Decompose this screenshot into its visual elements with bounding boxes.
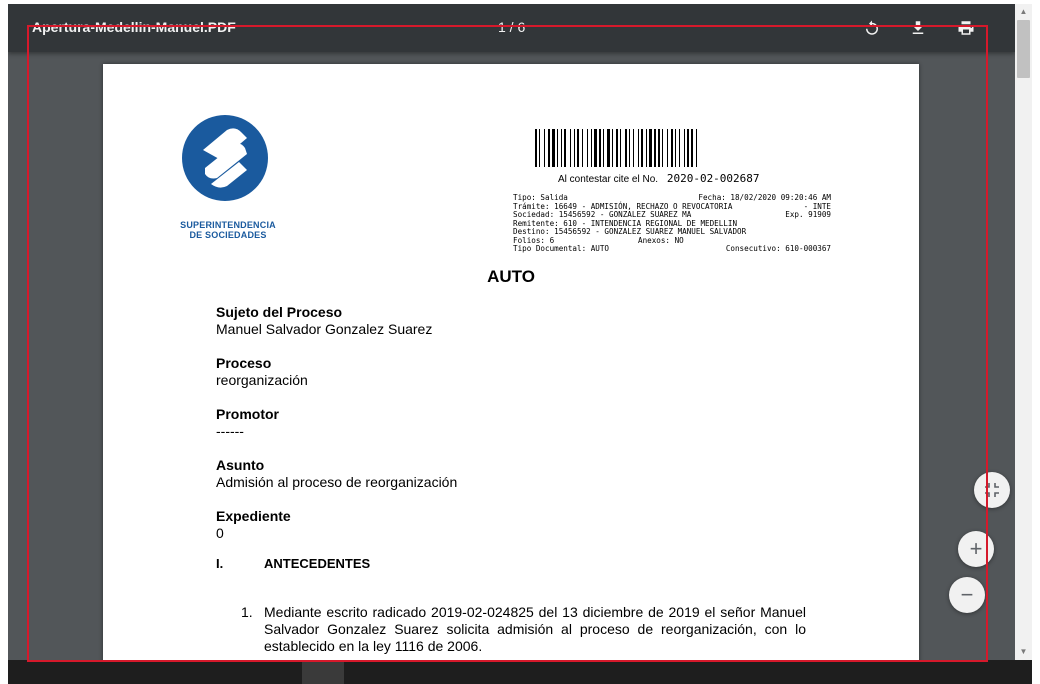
barcode-bar <box>574 129 575 167</box>
barcode-bar <box>607 129 610 167</box>
barcode <box>535 129 810 167</box>
pdf-viewer: Apertura-Medellin-Manuel.PDF 1 / 6 SUPER… <box>8 4 1015 660</box>
barcode-bar <box>638 129 639 167</box>
document-title: Apertura-Medellin-Manuel.PDF <box>32 19 236 35</box>
barcode-bar <box>612 129 613 167</box>
barcode-bar <box>591 129 592 167</box>
barcode-bar <box>561 129 562 167</box>
field-promotor: Promotor ------ <box>216 406 457 440</box>
barcode-bar <box>570 129 571 167</box>
scroll-up-arrow-icon[interactable]: ▲ <box>1015 4 1032 18</box>
barcode-bar <box>603 129 604 167</box>
barcode-bar <box>599 129 601 167</box>
download-button[interactable] <box>906 16 930 40</box>
barcode-bar <box>641 129 643 167</box>
barcode-bar <box>548 129 550 167</box>
taskbar-app[interactable] <box>302 660 344 684</box>
page-counter[interactable]: 1 / 6 <box>498 19 525 35</box>
metadata-left: Tipo Documental: AUTO <box>513 244 610 253</box>
barcode-bar <box>671 129 673 167</box>
field-label: Sujeto del Proceso <box>216 304 343 320</box>
pdf-toolbar: Apertura-Medellin-Manuel.PDF 1 / 6 <box>8 4 1015 52</box>
paragraph-number: 1. <box>241 604 253 620</box>
field-value: ------ <box>216 423 244 439</box>
cite-line: Al contestar cite el No. 2020-02-002687 <box>558 172 760 185</box>
barcode-bar <box>658 129 660 167</box>
field-label: Proceso <box>216 355 272 371</box>
barcode-bar <box>587 129 588 167</box>
filing-metadata: Tipo: Salida Fecha: 18/02/2020 09:20:46 A… <box>513 193 831 254</box>
barcode-bar <box>691 129 693 167</box>
barcode-bar <box>535 129 537 167</box>
field-proceso: Proceso reorganización <box>216 355 457 389</box>
zoom-out-button[interactable]: − <box>949 577 985 613</box>
barcode-bar <box>564 129 566 167</box>
scrollbar-thumb[interactable] <box>1017 20 1030 78</box>
barcode-bar <box>625 129 627 167</box>
vertical-scrollbar[interactable]: ▲ ▼ <box>1015 4 1032 660</box>
section-number: I. <box>216 556 224 571</box>
barcode-bar <box>577 129 579 167</box>
print-icon <box>958 21 974 35</box>
document-heading: AUTO <box>487 267 535 286</box>
field-value: Admisión al proceso de reorganización <box>216 474 458 490</box>
field-asunto: Asunto Admisión al proceso de reorganizac… <box>216 457 457 491</box>
rotate-button[interactable] <box>860 16 884 40</box>
download-icon <box>912 21 924 34</box>
taskbar <box>8 660 1032 684</box>
cite-number: 2020-02-002687 <box>666 172 760 185</box>
barcode-bar <box>557 129 558 167</box>
barcode-bar <box>646 129 647 167</box>
fit-to-page-button[interactable] <box>974 472 1010 508</box>
barcode-bar <box>662 129 663 167</box>
barcode-bar <box>616 129 618 167</box>
logo-text-line2: DE SOCIEDADES <box>189 230 267 240</box>
barcode-bar <box>620 129 621 167</box>
zoom-in-button[interactable]: + <box>958 531 994 567</box>
barcode-bar <box>539 129 540 167</box>
paragraph-1: 1. Mediante escrito radicado 2019-02-024… <box>241 604 806 655</box>
field-label: Promotor <box>216 406 279 422</box>
barcode-bar <box>684 129 685 167</box>
rotate-icon <box>866 20 878 35</box>
supersociedades-logo: SUPERINTENDENCIA DE SOCIEDADES <box>173 114 283 240</box>
barcode-bar <box>649 129 652 167</box>
barcode-bar <box>544 129 545 167</box>
print-button[interactable] <box>954 16 978 40</box>
barcode-bar <box>552 129 555 167</box>
barcode-bar <box>679 129 680 167</box>
barcode-bar <box>687 129 689 167</box>
case-fields: Sujeto del Proceso Manuel Salvador Gonzal… <box>216 304 457 559</box>
field-value: 0 <box>216 525 224 541</box>
section-heading: I. ANTECEDENTES <box>216 556 370 571</box>
field-sujeto: Sujeto del Proceso Manuel Salvador Gonzal… <box>216 304 457 338</box>
barcode-bar <box>582 129 583 167</box>
logo-emblem-icon <box>182 115 268 201</box>
scroll-down-arrow-icon[interactable]: ▼ <box>1015 644 1032 658</box>
barcode-bar <box>675 129 676 167</box>
field-expediente: Expediente 0 <box>216 508 457 542</box>
field-value: Manuel Salvador Gonzalez Suarez <box>216 321 433 337</box>
metadata-right: Anexos: NO <box>638 235 684 245</box>
barcode-bar <box>696 129 697 167</box>
barcode-bar <box>633 129 634 167</box>
logo-text-line1: SUPERINTENDENCIA <box>180 220 276 230</box>
barcode-bar <box>667 129 668 167</box>
metadata-row: Tipo Documental: AUTO Consecutivo: 610-00… <box>513 244 831 254</box>
paragraph-text: Mediante escrito radicado 2019-02-024825… <box>264 604 806 654</box>
barcode-bar <box>594 129 597 167</box>
barcode-bar <box>654 129 656 167</box>
field-label: Asunto <box>216 457 265 473</box>
section-title: ANTECEDENTES <box>264 556 371 571</box>
pdf-page: SUPERINTENDENCIA DE SOCIEDADES Al contes… <box>103 64 919 660</box>
cite-label: Al contestar cite el No. <box>558 174 659 185</box>
fit-to-page-icon <box>985 483 999 497</box>
field-label: Expediente <box>216 508 291 524</box>
barcode-bar <box>629 129 630 167</box>
metadata-right: Consecutivo: 610-000367 <box>725 244 831 253</box>
metadata-right: Exp. 91909 <box>785 210 831 219</box>
field-value: reorganización <box>216 372 308 388</box>
